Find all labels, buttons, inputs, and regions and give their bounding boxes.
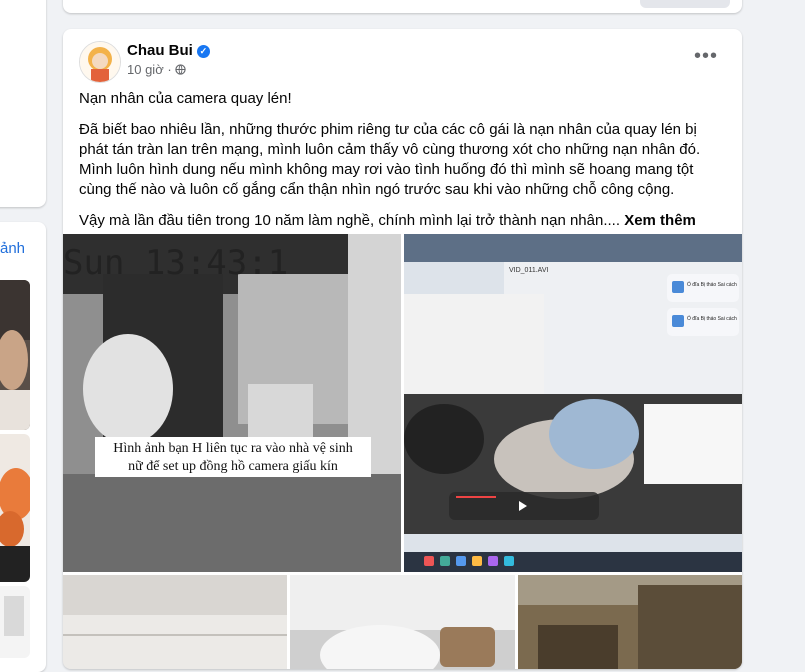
post-excerpt-line: Vậy mà lần đầu tiên trong 10 năm làm ngh… bbox=[79, 211, 729, 231]
post-image-interior[interactable] bbox=[518, 575, 742, 669]
photo-thumbnail[interactable] bbox=[0, 434, 30, 582]
avatar[interactable] bbox=[79, 41, 121, 83]
post-body: Đã biết bao nhiêu lần, những thước phim … bbox=[79, 121, 701, 198]
photo-thumbnail[interactable] bbox=[0, 586, 30, 658]
post-time[interactable]: 10 giờ bbox=[127, 62, 164, 77]
post-excerpt: Vậy mà lần đầu tiên trong 10 năm làm ngh… bbox=[79, 212, 621, 229]
post-image-video-screen[interactable]: VID_011.AVI Ổ đĩa Bị tháo Sai cách Ổ đĩa… bbox=[404, 234, 742, 572]
photo-thumbnail[interactable] bbox=[0, 280, 30, 430]
post-meta: 10 giờ · bbox=[127, 62, 186, 77]
action-button[interactable] bbox=[640, 0, 730, 8]
cctv-timestamp: Sun 13:43:1 bbox=[63, 243, 288, 283]
post-image-bathroom-1[interactable] bbox=[63, 575, 287, 669]
video-filename: VID_011.AVI bbox=[509, 267, 548, 274]
post-title: Nạn nhân của camera quay lén! bbox=[79, 90, 292, 107]
post-image-cctv[interactable]: Sun 13:43:1 Hình ảnh bạn H liên tục ra v… bbox=[63, 234, 401, 572]
notification-title: Ổ đĩa Bị tháo Sai cách bbox=[687, 281, 737, 288]
see-more-link[interactable]: Xem thêm bbox=[624, 212, 696, 229]
post-image-bathroom-2[interactable] bbox=[290, 575, 515, 669]
cctv-caption-line2: nữ để set up đồng hồ camera giấu kín bbox=[128, 459, 338, 474]
verified-badge-icon: ✓ bbox=[196, 45, 210, 58]
post-card: Chau Bui ✓ 10 giờ · ••• Nạn nhân của came… bbox=[63, 29, 742, 669]
previous-post-card bbox=[63, 0, 742, 13]
photos-link[interactable]: ảnh bbox=[0, 240, 25, 257]
post-text: Nạn nhân của camera quay lén! Đã biết ba… bbox=[79, 89, 729, 242]
globe-icon bbox=[175, 62, 186, 77]
notification-title-2: Ổ đĩa Bị tháo Sai cách bbox=[687, 315, 737, 322]
cctv-caption-line1: Hình ảnh bạn H liên tục ra vào nhà vệ si… bbox=[113, 441, 353, 456]
author-name-text[interactable]: Chau Bui bbox=[127, 42, 193, 59]
more-options-icon[interactable]: ••• bbox=[694, 45, 718, 68]
author-name[interactable]: Chau Bui ✓ bbox=[127, 42, 210, 59]
left-card bbox=[0, 0, 46, 207]
